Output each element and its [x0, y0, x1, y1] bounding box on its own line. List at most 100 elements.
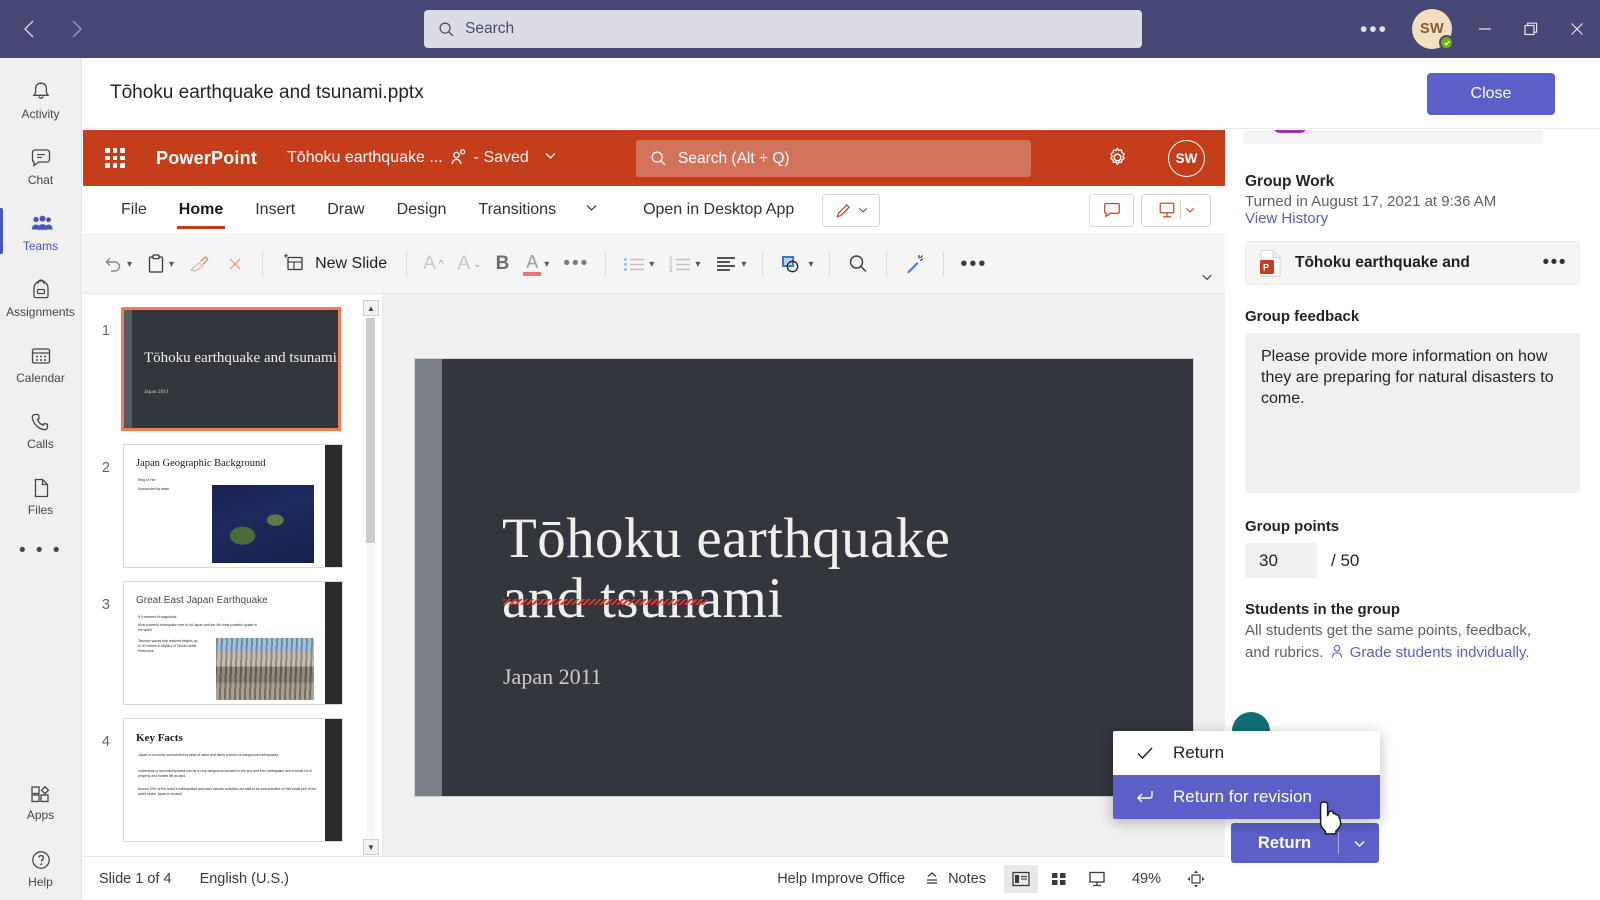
font-color-button[interactable]: A ▾	[516, 245, 556, 283]
group-work-section: Group Work Turned in August 17, 2021 at …	[1225, 173, 1600, 664]
student-chip-partial[interactable]	[1243, 130, 1543, 144]
tab-design[interactable]: Design	[381, 186, 463, 235]
grade-individually-link[interactable]: Grade students indvidually.	[1350, 644, 1530, 661]
slide-thumbnail-2[interactable]: Japan Geographic Background Ring of Fire…	[123, 444, 343, 568]
thumbnail-scrollbar[interactable]: ▲ ▼	[363, 300, 379, 855]
chevron-down-icon[interactable]: ▾	[544, 259, 549, 270]
students-note-line1: All students get the same points, feedba…	[1245, 622, 1532, 639]
tab-transitions[interactable]: Transitions	[462, 186, 572, 235]
notes-button[interactable]: Notes	[923, 871, 986, 887]
app-launcher-waffle-icon[interactable]	[102, 145, 128, 171]
sidebar-item-activity[interactable]: Activity	[0, 66, 82, 132]
chevron-down-icon[interactable]: ▾	[127, 259, 132, 270]
grow-font-button[interactable]: A ^	[416, 245, 450, 283]
file-menu-chevron-icon[interactable]	[543, 148, 558, 168]
chevron-down-icon[interactable]: ▾	[169, 259, 174, 270]
slide-count-label: Slide 1 of 4	[99, 870, 172, 887]
scroll-down-button[interactable]: ▼	[363, 839, 379, 855]
view-history-link[interactable]: View History	[1245, 210, 1580, 227]
scrollbar-thumb[interactable]	[366, 318, 375, 543]
chevron-down-icon[interactable]: ▾	[695, 259, 700, 270]
scroll-up-button[interactable]: ▲	[363, 300, 379, 316]
settings-gear-button[interactable]	[1105, 145, 1130, 175]
close-button[interactable]: Close	[1427, 73, 1555, 115]
maximize-button[interactable]	[1508, 0, 1554, 58]
slide-accent-bar	[325, 445, 342, 567]
sidebar-item-teams[interactable]: Teams	[0, 198, 82, 264]
forward-button[interactable]	[60, 12, 94, 46]
help-improve-office-label[interactable]: Help Improve Office	[777, 871, 905, 887]
reading-view-button[interactable]	[1080, 865, 1114, 893]
collapse-ribbon-chevron-icon[interactable]	[1199, 270, 1215, 289]
sidebar-item-chat[interactable]: Chat	[0, 132, 82, 198]
shapes-button[interactable]: ▾	[772, 245, 820, 283]
shrink-font-button[interactable]: A ⌄	[450, 245, 488, 283]
sidebar-item-label: Calendar	[16, 370, 65, 385]
tab-file[interactable]: File	[105, 186, 163, 235]
editing-mode-button[interactable]	[822, 193, 881, 227]
slide-thumbnail-3[interactable]: Great East Japan Earthquake 9.0 moment o…	[123, 581, 343, 705]
chevron-down-icon[interactable]: ▾	[808, 259, 813, 270]
tab-home[interactable]: Home	[163, 186, 239, 235]
close-window-button[interactable]	[1554, 0, 1600, 58]
bullets-button[interactable]: ▾	[615, 245, 661, 283]
group-points-input[interactable]	[1245, 543, 1317, 578]
font-more-button[interactable]: •••	[556, 245, 596, 283]
sidebar-item-files[interactable]: Files	[0, 462, 82, 528]
present-button[interactable]	[1141, 193, 1211, 227]
attachment-card[interactable]: P Tōhoku earthquake and •••	[1245, 241, 1580, 285]
slide-thumbnail-1[interactable]: Tōhoku earthquake and tsunami Japan 2011	[121, 307, 341, 431]
more-tabs-chevron-icon[interactable]	[572, 200, 611, 220]
powerpoint-filename-button[interactable]: Tōhoku earthquake ... - Saved	[287, 149, 529, 167]
menu-item-return[interactable]: Return	[1113, 731, 1380, 775]
user-avatar-button[interactable]: SW	[1412, 9, 1454, 50]
chevron-down-icon[interactable]: ▾	[649, 259, 654, 270]
return-button[interactable]: Return	[1231, 823, 1338, 863]
current-slide[interactable]: Tōhoku earthquake and tsunami Japan 2011	[415, 359, 1193, 796]
sidebar-item-assignments[interactable]: Assignments	[0, 264, 82, 330]
titlebar-more-button[interactable]: •••	[1346, 19, 1402, 40]
designer-button[interactable]	[896, 245, 934, 283]
minimize-button[interactable]	[1462, 0, 1508, 58]
powerpoint-app-name: PowerPoint	[156, 147, 258, 168]
bullet-list-icon	[624, 258, 645, 271]
fit-to-window-button[interactable]	[1179, 865, 1213, 893]
tab-draw[interactable]: Draw	[311, 186, 380, 235]
sidebar-more-button[interactable]: • • •	[0, 528, 82, 574]
back-button[interactable]	[12, 12, 46, 46]
undo-button[interactable]: ▾	[95, 245, 139, 283]
chevron-down-icon[interactable]: ▾	[741, 259, 746, 270]
paste-button[interactable]: ▾	[139, 245, 181, 283]
slide-title[interactable]: Tōhoku earthquake and tsunami	[502, 508, 950, 630]
return-dropdown-toggle[interactable]	[1339, 823, 1379, 863]
sidebar-item-calls[interactable]: Calls	[0, 396, 82, 462]
normal-view-button[interactable]	[1003, 864, 1038, 893]
view-buttons	[1003, 864, 1114, 893]
clear-formatting-button[interactable]	[217, 245, 253, 283]
open-in-desktop-app-button[interactable]: Open in Desktop App	[643, 201, 794, 219]
sidebar-item-calendar[interactable]: Calendar	[0, 330, 82, 396]
zoom-level-label[interactable]: 49%	[1132, 871, 1161, 887]
group-feedback-input[interactable]	[1245, 333, 1580, 493]
powerpoint-avatar[interactable]: SW	[1168, 140, 1205, 177]
ribbon-more-button[interactable]: •••	[953, 245, 994, 283]
format-painter-button[interactable]	[181, 245, 217, 283]
calendar-icon	[31, 347, 50, 364]
menu-item-return-for-revision[interactable]: Return for revision	[1113, 775, 1380, 819]
sidebar-item-apps[interactable]: Apps	[0, 768, 82, 834]
powerpoint-search-box[interactable]: Search (Alt + Q)	[636, 140, 1031, 177]
align-button[interactable]: ▾	[707, 245, 753, 283]
tab-insert[interactable]: Insert	[239, 186, 311, 235]
sidebar-item-help[interactable]: Help	[0, 834, 82, 900]
teams-search-box[interactable]: Search	[424, 10, 1142, 48]
find-button[interactable]	[839, 245, 877, 283]
comments-button[interactable]	[1089, 193, 1134, 227]
new-slide-button[interactable]: New Slide	[272, 245, 397, 283]
bold-button[interactable]: B	[489, 245, 517, 283]
brush-icon	[189, 256, 209, 272]
slide-subtitle[interactable]: Japan 2011	[503, 664, 602, 690]
numbering-button[interactable]: 1 2 3 ▾	[661, 245, 707, 283]
slide-sorter-button[interactable]	[1042, 865, 1076, 893]
attachment-more-button[interactable]: •••	[1543, 252, 1567, 274]
slide-thumbnail-4[interactable]: Key Facts Japan is a country surrounded …	[123, 718, 343, 842]
